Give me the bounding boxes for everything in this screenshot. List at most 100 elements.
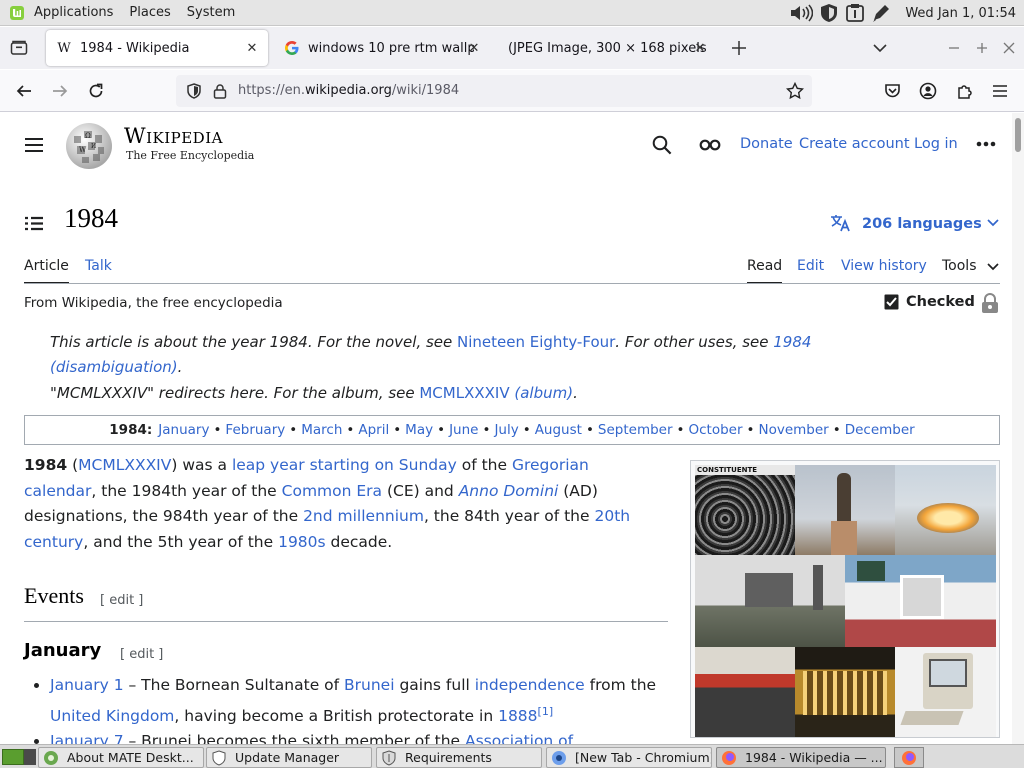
clock[interactable]: Wed Jan 1, 01:54 <box>905 6 1016 21</box>
link-independence[interactable]: independence <box>475 676 585 694</box>
menu-applications[interactable]: Applications <box>34 5 113 20</box>
table-of-contents-icon[interactable] <box>25 216 43 231</box>
wikipedia-globe-logo[interactable]: Ω W И <box>64 121 114 171</box>
events-edit-link[interactable]: [ edit ] <box>100 593 143 608</box>
url-text[interactable]: https://en.wikipedia.org/wiki/1984 <box>238 83 459 98</box>
taskbar-about-mate[interactable]: About MATE Deskt... <box>38 747 204 768</box>
checkbox-checked-icon[interactable] <box>884 294 899 310</box>
languages-button[interactable]: 206 languages <box>862 216 982 232</box>
event-text: from the <box>584 676 657 694</box>
month-october[interactable]: October <box>689 422 743 438</box>
taskbar-firefox-wikipedia[interactable]: 1984 - Wikipedia — ... <box>716 747 886 768</box>
menu-system[interactable]: System <box>187 5 235 20</box>
month-february[interactable]: February <box>225 422 285 438</box>
workspace-switcher[interactable] <box>894 747 924 768</box>
link-january-7[interactable]: January 7 <box>50 732 124 744</box>
chevron-down-icon[interactable] <box>987 263 999 271</box>
link-common-era[interactable]: Common Era <box>282 482 382 500</box>
new-tab-button[interactable] <box>728 38 750 58</box>
pen-icon[interactable] <box>871 3 891 23</box>
month-january[interactable]: January <box>158 422 209 438</box>
url-bar[interactable]: https://en.wikipedia.org/wiki/1984 <box>176 75 812 107</box>
maximize-button[interactable] <box>972 38 992 58</box>
list-all-tabs-button[interactable] <box>870 38 890 58</box>
account-button[interactable] <box>916 79 940 103</box>
month-june[interactable]: June <box>449 422 478 438</box>
tab-view-history[interactable]: View history <box>841 258 927 274</box>
january-edit-link[interactable]: [ edit ] <box>120 647 163 662</box>
link-mcmlxxxiv-album[interactable]: MCMLXXXIV (album) <box>419 384 573 402</box>
show-desktop-button[interactable] <box>2 749 24 765</box>
link-mcmlxxxiv[interactable]: MCMLXXXIV <box>78 456 171 474</box>
menu-places[interactable]: Places <box>129 5 170 20</box>
link-brunei[interactable]: Brunei <box>344 676 395 694</box>
bookmark-star-icon[interactable] <box>786 82 804 100</box>
mint-menu-icon[interactable] <box>9 5 25 21</box>
reference-1[interactable]: [1] <box>538 705 554 718</box>
link-association-of[interactable]: Association of <box>465 732 573 744</box>
close-tab-icon[interactable]: ✕ <box>466 40 482 56</box>
statue-pedestal <box>831 521 857 555</box>
log-in-link[interactable]: Log in <box>914 136 958 152</box>
link-nineteen-eighty-four[interactable]: Nineteen Eighty-Four <box>457 333 615 351</box>
pocket-button[interactable] <box>880 79 904 103</box>
tab-google[interactable]: windows 10 pre rtm wallpa ✕ <box>274 30 490 66</box>
extensions-button[interactable] <box>952 79 976 103</box>
volume-icon[interactable] <box>789 4 814 22</box>
hatnote-2: "MCMLXXXIV" redirects here. For the albu… <box>50 381 910 406</box>
workspace-empty[interactable] <box>926 747 986 768</box>
update-icon[interactable] <box>845 3 865 23</box>
terminal-launcher[interactable] <box>24 749 36 765</box>
link-1980s[interactable]: 1980s <box>278 533 326 551</box>
scrollbar-thumb[interactable] <box>1015 118 1021 152</box>
forward-button[interactable] <box>48 79 72 103</box>
link-united-kingdom[interactable]: United Kingdom <box>50 707 174 725</box>
close-window-button[interactable] <box>999 38 1019 58</box>
tab-article[interactable]: Article <box>24 258 69 274</box>
close-tab-icon[interactable]: ✕ <box>244 40 260 56</box>
search-icon[interactable] <box>652 135 672 155</box>
appearance-icon[interactable] <box>699 138 721 152</box>
month-november[interactable]: November <box>759 422 829 438</box>
wikipedia-wordmark[interactable]: Wikipedia <box>124 124 223 148</box>
link-2nd-millennium[interactable]: 2nd millennium <box>303 507 424 525</box>
year-collage-image[interactable]: CONSTITUENTE <box>690 460 1000 738</box>
back-button[interactable] <box>12 79 36 103</box>
taskbar-requirements[interactable]: Requirements <box>376 747 542 768</box>
firefox-view-button[interactable] <box>0 27 38 69</box>
link-leap-year-starting-on-sunday[interactable]: leap year starting on Sunday <box>232 456 457 474</box>
lock-icon[interactable] <box>212 83 228 99</box>
month-december[interactable]: December <box>845 422 915 438</box>
main-menu-icon[interactable] <box>25 138 43 152</box>
taskbar-chromium[interactable]: [New Tab - Chromium] <box>546 747 712 768</box>
month-september[interactable]: September <box>598 422 673 438</box>
taskbar-update-manager[interactable]: Update Manager <box>206 747 372 768</box>
app-menu-button[interactable] <box>988 79 1012 103</box>
tracking-protection-shield-icon[interactable] <box>186 83 202 99</box>
tab-talk[interactable]: Talk <box>85 258 112 274</box>
link-1888[interactable]: 1888 <box>498 707 537 725</box>
link-january-1[interactable]: January 1 <box>50 676 124 694</box>
tab-edit[interactable]: Edit <box>797 258 824 274</box>
minimize-button[interactable] <box>944 38 964 58</box>
tab-jpeg-image[interactable]: (JPEG Image, 300 × 168 pixels) ✕ <box>496 30 716 66</box>
month-march[interactable]: March <box>301 422 342 438</box>
page-scrollbar[interactable] <box>1012 113 1024 744</box>
month-july[interactable]: July <box>494 422 518 438</box>
tools-menu[interactable]: Tools <box>942 258 977 274</box>
reload-button[interactable] <box>84 79 108 103</box>
month-august[interactable]: August <box>535 422 582 438</box>
link-anno-domini[interactable]: Anno Domini <box>459 482 559 500</box>
month-may[interactable]: May <box>405 422 433 438</box>
language-icon[interactable] <box>830 214 852 232</box>
month-april[interactable]: April <box>358 422 389 438</box>
create-account-link[interactable]: Create account <box>799 136 910 152</box>
close-tab-icon[interactable]: ✕ <box>692 40 708 56</box>
more-options-icon[interactable] <box>976 141 996 147</box>
donate-link[interactable]: Donate <box>740 136 793 152</box>
lock-icon[interactable] <box>981 293 999 313</box>
chevron-down-icon[interactable] <box>987 219 999 227</box>
shield-icon[interactable] <box>819 3 839 23</box>
tab-read[interactable]: Read <box>747 258 782 274</box>
tab-wikipedia[interactable]: W 1984 - Wikipedia ✕ <box>46 30 268 66</box>
